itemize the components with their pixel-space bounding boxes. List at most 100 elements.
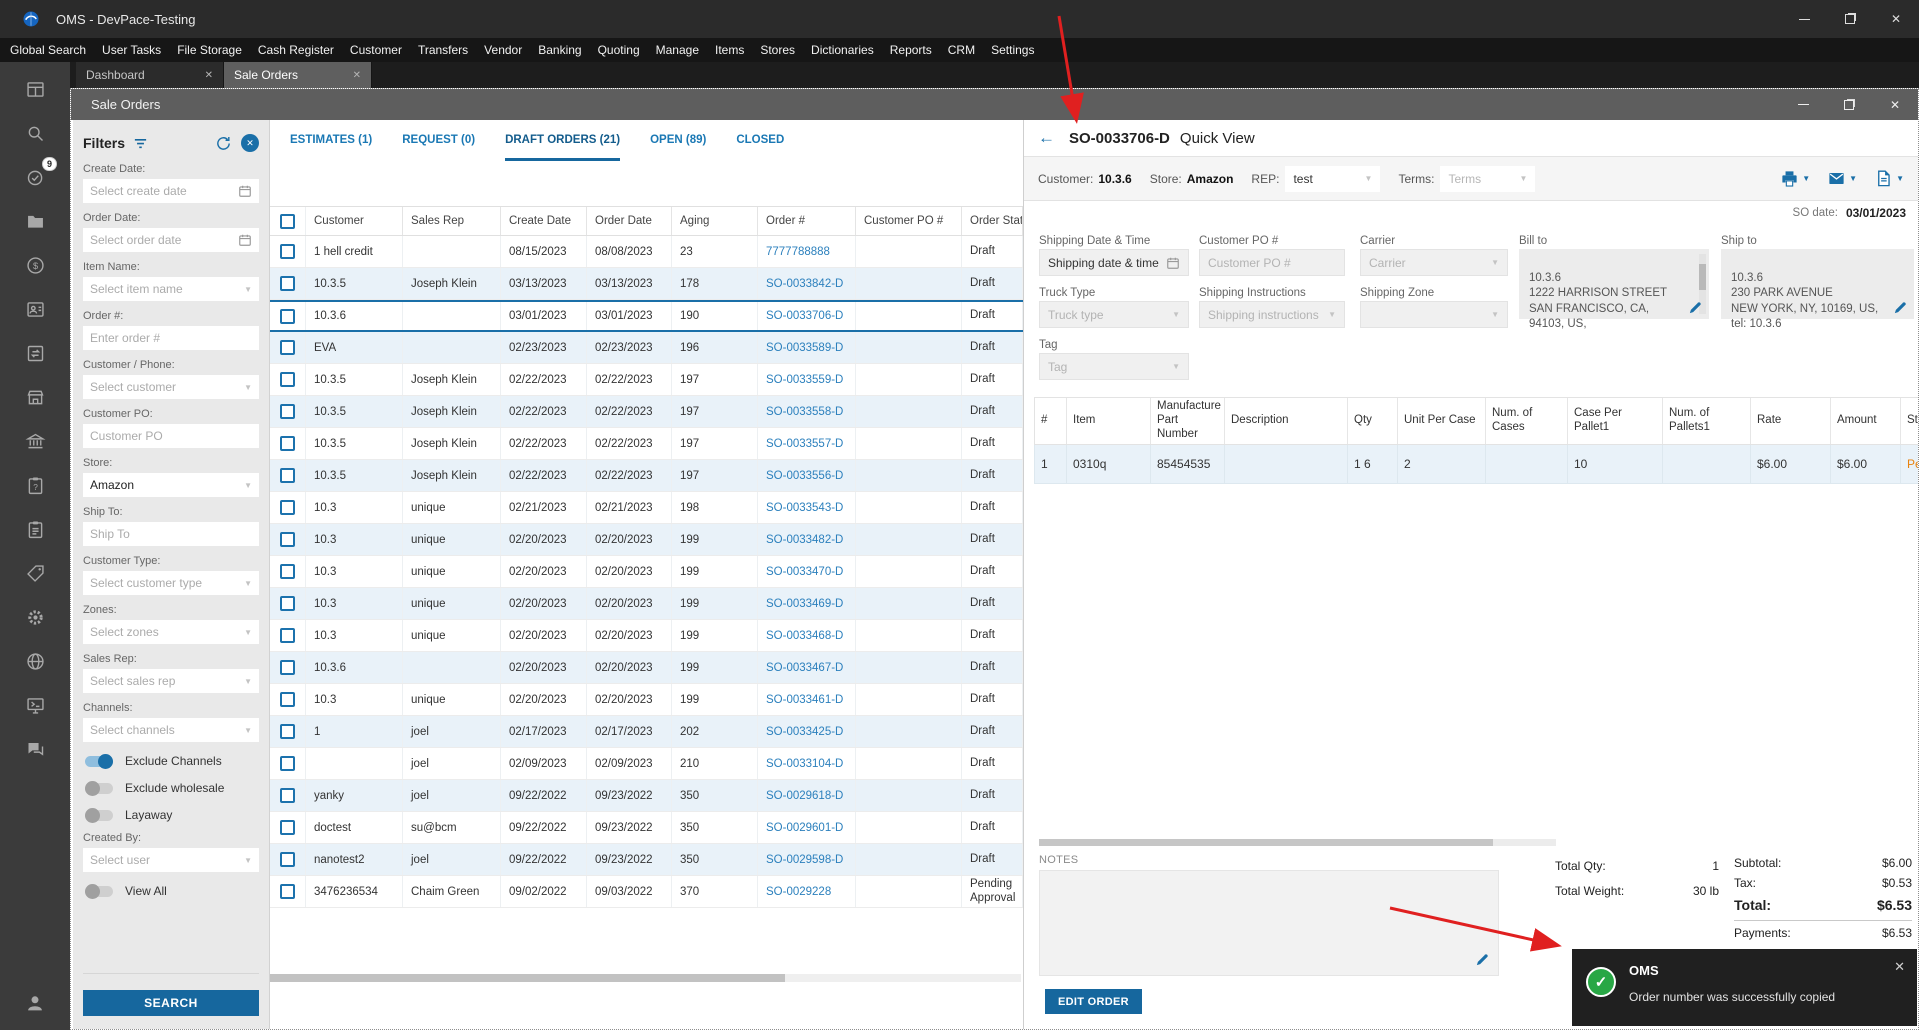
filter-customer-type-input[interactable]: Select customer type ▼ xyxy=(83,571,259,595)
messages-icon[interactable] xyxy=(20,734,50,764)
table-row[interactable]: 10.3.6 03/01/2023 03/01/2023 190 SO-0033706-… xyxy=(270,300,1023,332)
subwindow-minimize-button[interactable] xyxy=(1780,89,1826,120)
filter-create-date-input[interactable]: Select create date xyxy=(83,179,259,203)
row-checkbox[interactable] xyxy=(280,660,295,675)
shipping-zone-select[interactable]: ▼ xyxy=(1360,301,1508,328)
back-arrow-icon[interactable]: ← xyxy=(1038,128,1055,148)
table-row[interactable]: EVA 02/23/2023 02/23/2023 196 SO-0033589-D Dr… xyxy=(270,332,1023,364)
table-row[interactable]: 10.3.6 02/20/2023 02/20/2023 199 SO-0033467-… xyxy=(270,652,1023,684)
order-link[interactable]: SO-0029618-D xyxy=(766,790,843,802)
tags-icon[interactable] xyxy=(20,558,50,588)
select-all-checkbox[interactable] xyxy=(280,213,295,229)
settings-icon[interactable] xyxy=(20,602,50,632)
order-link[interactable]: SO-0033467-D xyxy=(766,662,843,674)
order-link[interactable]: SO-0033543-D xyxy=(766,502,843,514)
tasks-icon[interactable]: 9 xyxy=(20,157,57,192)
quoting-icon[interactable]: ? xyxy=(20,470,50,500)
tag-select[interactable]: Tag ▼ xyxy=(1039,353,1189,380)
notes-box[interactable] xyxy=(1039,870,1499,976)
bill-to-box[interactable]: 10.3.6 1222 HARRISON STREET SAN FRANCISC… xyxy=(1519,249,1709,330)
email-button[interactable]: ▼ xyxy=(1827,169,1857,188)
table-row[interactable]: 10.3.5 Joseph Klein 02/22/2023 02/22/2023 19… xyxy=(270,364,1023,396)
ship-to-box[interactable]: 10.3.6 230 PARK AVENUE NEW YORK, NY, 101… xyxy=(1721,249,1914,330)
order-link[interactable]: 7777788888 xyxy=(766,246,830,258)
filter-channels-input[interactable]: Select channels ▼ xyxy=(83,718,259,742)
tab-estimates-1[interactable]: ESTIMATES (1) xyxy=(290,134,372,161)
order-link[interactable]: SO-0029601-D xyxy=(766,822,843,834)
filter-zones-input[interactable]: Select zones ▼ xyxy=(83,620,259,644)
banking-icon[interactable] xyxy=(20,426,50,456)
row-checkbox[interactable] xyxy=(280,596,295,611)
filter-ship-to-input[interactable]: Ship To xyxy=(83,522,259,546)
order-link[interactable]: SO-0033589-D xyxy=(766,342,843,354)
manage-icon[interactable] xyxy=(20,514,50,544)
table-row[interactable]: 3476236534 Chaim Green 09/02/2022 09/03/202… xyxy=(270,876,1023,908)
table-row[interactable]: 10.3.5 Joseph Klein 02/22/2023 02/22/2023 19… xyxy=(270,460,1023,492)
order-link[interactable]: SO-0033557-D xyxy=(766,438,843,450)
filter-customer-po-input[interactable]: Customer PO xyxy=(83,424,259,448)
toggle-exclude-channels[interactable]: Exclude Channels xyxy=(85,753,259,769)
row-checkbox[interactable] xyxy=(280,756,295,771)
order-link[interactable]: SO-0029228 xyxy=(766,886,831,898)
row-checkbox[interactable] xyxy=(280,244,295,259)
row-checkbox[interactable] xyxy=(280,884,295,899)
shipping-instructions-select[interactable]: Shipping instructions ▼ xyxy=(1199,301,1345,328)
search-icon[interactable] xyxy=(20,118,50,148)
rep-select[interactable]: test ▼ xyxy=(1285,165,1381,192)
table-row[interactable]: yanky joel 09/22/2022 09/23/2022 350 SO-00296… xyxy=(270,780,1023,812)
row-checkbox[interactable] xyxy=(280,852,295,867)
edit-notes-icon[interactable] xyxy=(1475,952,1490,967)
carrier-select[interactable]: Carrier ▼ xyxy=(1360,249,1508,276)
table-row[interactable]: 10.3 unique 02/20/2023 02/20/2023 199 SO-0033… xyxy=(270,588,1023,620)
menu-item-settings[interactable]: Settings xyxy=(983,38,1042,62)
order-link[interactable]: SO-0033559-D xyxy=(766,374,843,386)
maximize-button[interactable] xyxy=(1827,0,1873,38)
order-link[interactable]: SO-0033482-D xyxy=(766,534,843,546)
subwindow-restore-button[interactable] xyxy=(1826,89,1872,120)
grid-scrollbar-thumb[interactable] xyxy=(270,974,785,982)
payments-icon[interactable]: $ xyxy=(20,250,50,280)
close-tab-icon[interactable]: ✕ xyxy=(353,70,361,81)
table-row[interactable]: 10.3.5 Joseph Klein 02/22/2023 02/22/2023 19… xyxy=(270,428,1023,460)
order-link[interactable]: SO-0033556-D xyxy=(766,470,843,482)
menu-item-banking[interactable]: Banking xyxy=(530,38,589,62)
table-row[interactable]: joel 02/09/2023 02/09/2023 210 SO-0033104-D D… xyxy=(270,748,1023,780)
menu-item-cash-register[interactable]: Cash Register xyxy=(250,38,342,62)
tab-request-0[interactable]: REQUEST (0) xyxy=(402,134,475,161)
menu-item-manage[interactable]: Manage xyxy=(648,38,707,62)
order-link[interactable]: SO-0033469-D xyxy=(766,598,843,610)
menu-item-transfers[interactable]: Transfers xyxy=(410,38,476,62)
table-row[interactable]: 10.3 unique 02/20/2023 02/20/2023 199 SO-0033… xyxy=(270,524,1023,556)
subwindow-close-button[interactable]: ✕ xyxy=(1872,89,1918,120)
close-button[interactable]: ✕ xyxy=(1873,0,1919,38)
row-checkbox[interactable] xyxy=(280,404,295,419)
close-tab-icon[interactable]: ✕ xyxy=(205,70,213,81)
order-link[interactable]: SO-0033558-D xyxy=(766,406,843,418)
toast-close-icon[interactable]: ✕ xyxy=(1894,959,1905,975)
user-icon[interactable] xyxy=(0,992,70,1014)
document-button[interactable]: ▼ xyxy=(1874,169,1904,188)
order-link[interactable]: SO-0033842-D xyxy=(766,278,843,290)
tab-dashboard[interactable]: Dashboard ✕ xyxy=(76,62,224,88)
order-link[interactable]: SO-0029598-D xyxy=(766,854,843,866)
row-checkbox[interactable] xyxy=(280,436,295,451)
row-checkbox[interactable] xyxy=(280,308,295,324)
terminal-icon[interactable] xyxy=(20,690,50,720)
filter-order-date-input[interactable]: Select order date xyxy=(83,228,259,252)
order-link[interactable]: SO-0033461-D xyxy=(766,694,843,706)
order-link[interactable]: SO-0033470-D xyxy=(766,566,843,578)
items-horizontal-scrollbar[interactable] xyxy=(1039,839,1556,846)
table-row[interactable]: 10.3.5 Joseph Klein 03/13/2023 03/13/2023 17… xyxy=(270,268,1023,300)
menu-item-customer[interactable]: Customer xyxy=(342,38,410,62)
table-row[interactable]: 10.3 unique 02/20/2023 02/20/2023 199 SO-0033… xyxy=(270,684,1023,716)
row-checkbox[interactable] xyxy=(280,340,295,355)
print-button[interactable]: ▼ xyxy=(1780,169,1810,188)
table-row[interactable]: 1 hell credit 08/15/2023 08/08/2023 23 77777… xyxy=(270,236,1023,268)
menu-item-file-storage[interactable]: File Storage xyxy=(169,38,250,62)
search-button[interactable]: SEARCH xyxy=(83,990,259,1016)
dashboard-icon[interactable] xyxy=(20,74,50,104)
filter-sales-rep-input[interactable]: Select sales rep ▼ xyxy=(83,669,259,693)
table-row[interactable]: 10.3 unique 02/21/2023 02/21/2023 198 SO-0033… xyxy=(270,492,1023,524)
grid-horizontal-scrollbar[interactable] xyxy=(270,974,1021,982)
row-checkbox[interactable] xyxy=(280,564,295,579)
